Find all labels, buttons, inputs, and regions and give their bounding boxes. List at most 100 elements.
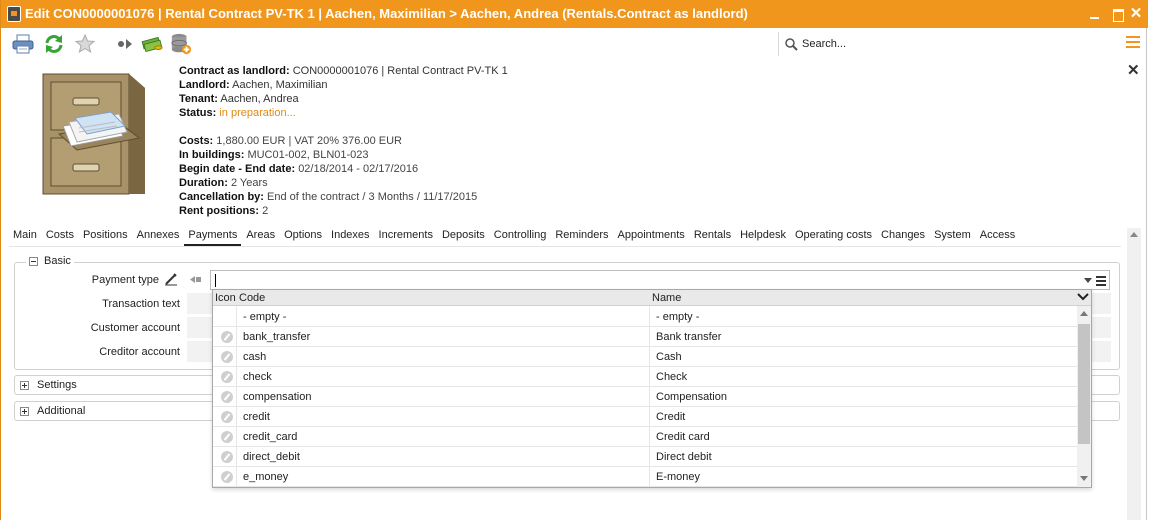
dropdown-row[interactable]: check Check <box>213 367 1077 387</box>
hamburger-menu-icon[interactable] <box>1126 36 1140 50</box>
payment-method-icon <box>221 431 233 443</box>
row-name: - empty - <box>656 311 700 323</box>
payment-method-icon <box>221 371 233 383</box>
tab-access[interactable]: Access <box>976 228 1019 246</box>
status-label: Status: <box>179 107 217 119</box>
tab-annexes[interactable]: Annexes <box>133 228 184 246</box>
chevron-down-icon[interactable] <box>1077 291 1089 305</box>
search-field[interactable]: Search... <box>785 36 985 52</box>
dropdown-row[interactable]: compensation Compensation <box>213 387 1077 407</box>
costs-label: Costs: <box>179 135 214 147</box>
payment-method-icon <box>221 411 233 423</box>
cancellation-label: Cancellation by: <box>179 191 264 203</box>
search-icon <box>785 37 798 51</box>
dropdown-row[interactable]: - empty - - empty - <box>213 307 1077 327</box>
edit-window: Edit CON0000001076 | Rental Contract PV-… <box>0 0 1148 520</box>
scrollbar-thumb[interactable] <box>1078 324 1090 444</box>
row-name: Direct debit <box>656 451 712 463</box>
row-name: Cash <box>656 351 682 363</box>
costs-value: 1,880.00 EUR | VAT 20% 376.00 EUR <box>216 135 402 147</box>
tab-rentals[interactable]: Rentals <box>690 228 735 246</box>
dates-label: Begin date - End date: <box>179 163 296 175</box>
printer-icon[interactable] <box>12 33 34 55</box>
payment-type-dropdown: Icon Code Name - empty - - empty - bank_tr… <box>212 289 1092 488</box>
maximize-button[interactable] <box>1108 4 1128 24</box>
dropdown-scrollbar[interactable] <box>1077 306 1091 487</box>
refresh-icon[interactable] <box>43 33 65 55</box>
tab-main[interactable]: Main <box>9 228 41 246</box>
payment-type-input[interactable] <box>210 270 1110 290</box>
collapse-icon[interactable] <box>29 256 38 266</box>
rent-positions-label: Rent positions: <box>179 205 260 217</box>
list-menu-icon[interactable] <box>1096 276 1106 288</box>
row-code: cash <box>243 351 267 363</box>
contract-label: Contract as landlord: <box>179 65 290 77</box>
tab-system[interactable]: System <box>930 228 975 246</box>
payment-method-icon <box>221 351 233 363</box>
tenant-value: Aachen, Andrea <box>220 93 299 105</box>
row-code: bank_transfer <box>243 331 311 343</box>
title-bar[interactable]: Edit CON0000001076 | Rental Contract PV-… <box>1 0 1148 28</box>
tab-payments[interactable]: Payments <box>184 228 242 246</box>
money-icon[interactable] <box>141 33 163 55</box>
row-code: direct_debit <box>243 451 300 463</box>
tab-reminders[interactable]: Reminders <box>551 228 612 246</box>
tab-positions[interactable]: Positions <box>79 228 132 246</box>
tab-controlling[interactable]: Controlling <box>490 228 551 246</box>
col-name-header: Name <box>652 292 682 304</box>
minimize-button[interactable] <box>1085 4 1105 24</box>
duration-label: Duration: <box>179 177 228 189</box>
landlord-value: Aachen, Maximilian <box>232 79 328 91</box>
lookup-arrow-icon[interactable] <box>190 275 202 284</box>
toolbar-separator <box>778 32 779 56</box>
tab-changes[interactable]: Changes <box>877 228 929 246</box>
tab-deposits[interactable]: Deposits <box>438 228 489 246</box>
dropdown-row[interactable]: bank_transfer Bank transfer <box>213 327 1077 347</box>
dropdown-row[interactable]: e_money E-money <box>213 467 1077 487</box>
tab-operating-costs[interactable]: Operating costs <box>791 228 876 246</box>
filing-cabinet-icon <box>29 68 149 200</box>
close-window-button[interactable]: ✕ <box>1126 4 1146 24</box>
payment-type-label: Payment type <box>91 274 159 286</box>
favorite-star-icon[interactable] <box>74 33 96 55</box>
dropdown-row[interactable]: credit_card Credit card <box>213 427 1077 447</box>
landlord-label: Landlord: <box>179 79 230 91</box>
expand-icon[interactable] <box>20 406 29 416</box>
dates-value: 02/18/2014 - 02/17/2016 <box>298 163 419 175</box>
page-scrollbar[interactable] <box>1127 228 1141 520</box>
payment-method-icon <box>221 451 233 463</box>
settings-section-title: Settings <box>37 379 77 391</box>
basic-section-header[interactable]: Basic <box>26 255 74 267</box>
row-name: Bank transfer <box>656 331 722 343</box>
tab-helpdesk[interactable]: Helpdesk <box>736 228 790 246</box>
row-code: - empty - <box>243 311 287 323</box>
row-code: credit <box>243 411 270 423</box>
close-panel-button[interactable]: ✕ <box>1127 61 1140 79</box>
transaction-text-label: Transaction text <box>102 298 180 310</box>
dropdown-header: Icon Code Name <box>213 290 1091 306</box>
tab-appointments[interactable]: Appointments <box>614 228 689 246</box>
creditor-account-label: Creditor account <box>99 346 180 358</box>
tab-indexes[interactable]: Indexes <box>327 228 374 246</box>
tab-areas[interactable]: Areas <box>242 228 279 246</box>
row-name: Credit card <box>656 431 710 443</box>
dropdown-arrow-icon[interactable] <box>1084 278 1092 283</box>
tab-costs[interactable]: Costs <box>42 228 78 246</box>
forward-icon[interactable] <box>115 33 137 55</box>
tab-increments[interactable]: Increments <box>375 228 437 246</box>
row-name: E-money <box>656 471 701 483</box>
row-name: Credit <box>656 411 686 423</box>
database-add-icon[interactable] <box>170 33 192 55</box>
edit-pencil-icon[interactable] <box>164 272 178 286</box>
buildings-value: MUC01-002, BLN01-023 <box>247 149 369 161</box>
dropdown-row[interactable]: cash Cash <box>213 347 1077 367</box>
col-code-header: Code <box>239 292 266 304</box>
payment-method-icon <box>221 331 233 343</box>
dropdown-row[interactable]: credit Credit <box>213 407 1077 427</box>
dropdown-row[interactable]: direct_debit Direct debit <box>213 447 1077 467</box>
contract-value: CON0000001076 | Rental Contract PV-TK 1 <box>292 65 508 77</box>
expand-icon[interactable] <box>20 380 29 390</box>
tab-options[interactable]: Options <box>280 228 326 246</box>
tenant-label: Tenant: <box>179 93 218 105</box>
customer-account-label: Customer account <box>90 322 180 334</box>
